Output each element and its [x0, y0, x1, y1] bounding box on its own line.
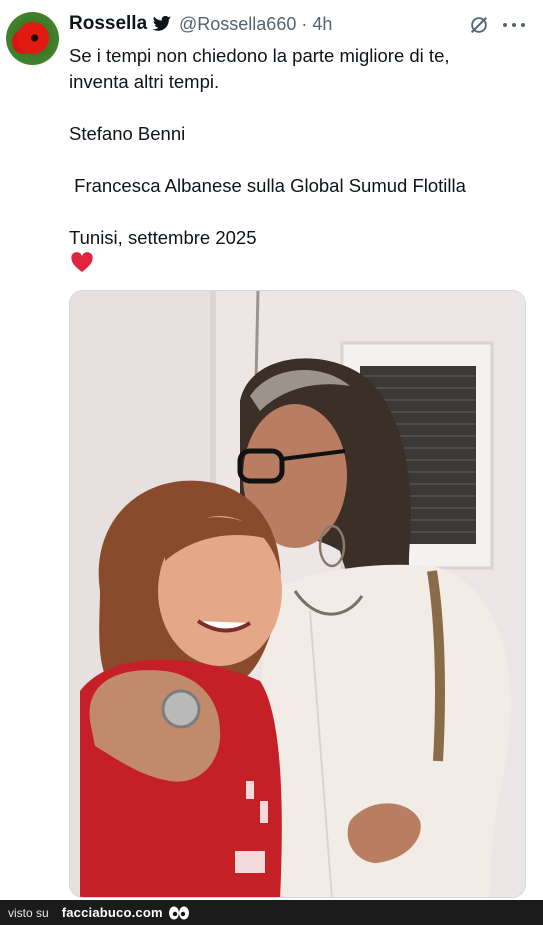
- poppy-icon: [17, 22, 49, 54]
- watermark-bar: visto su facciabuco.com: [0, 900, 543, 925]
- more-icon[interactable]: [503, 23, 525, 29]
- separator: ·: [301, 14, 308, 34]
- tweet-line: Francesca Albanese sulla Global Sumud Fl…: [69, 175, 466, 196]
- grok-icon[interactable]: [468, 14, 490, 36]
- brand-logo: facciabuco.com: [61, 905, 163, 920]
- eyes-icon: [168, 906, 189, 919]
- avatar[interactable]: [6, 12, 59, 65]
- tweet-line: Se i tempi non chiedono la parte miglior…: [69, 45, 450, 66]
- photo-illustration: [70, 291, 525, 897]
- bird-icon: [152, 15, 172, 31]
- display-name[interactable]: Rossella: [69, 13, 147, 35]
- heart-icon: [71, 252, 93, 273]
- visto-label: visto su: [8, 905, 49, 920]
- timestamp[interactable]: 4h: [312, 14, 332, 34]
- tweet-photo[interactable]: [69, 290, 526, 898]
- tweet-line: Stefano Benni: [69, 123, 186, 144]
- tweet-line: Tunisi, settembre 2025: [69, 227, 257, 248]
- tweet-text: Se i tempi non chiedono la parte miglior…: [69, 43, 519, 251]
- handle[interactable]: @Rossella660: [179, 14, 296, 34]
- tweet-line: inventa altri tempi.: [69, 71, 220, 92]
- handle-and-time[interactable]: @Rossella660 · 4h: [179, 14, 332, 35]
